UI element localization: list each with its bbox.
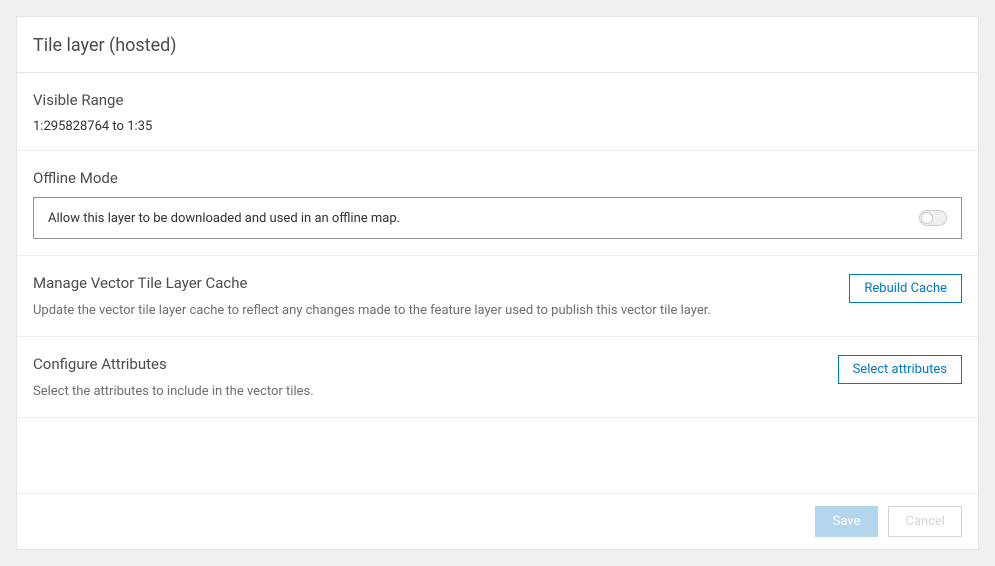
cancel-button[interactable]: Cancel xyxy=(888,506,962,537)
panel-title: Tile layer (hosted) xyxy=(33,35,962,56)
visible-range-section: Visible Range 1:295828764 to 1:35 xyxy=(17,73,978,151)
offline-mode-toggle-row: Allow this layer to be downloaded and us… xyxy=(33,197,962,239)
manage-cache-section: Manage Vector Tile Layer Cache Update th… xyxy=(17,256,978,337)
configure-attributes-label: Configure Attributes xyxy=(33,355,822,373)
configure-attributes-section: Configure Attributes Select the attribut… xyxy=(17,337,978,418)
footer: Save Cancel xyxy=(17,493,978,549)
toggle-knob xyxy=(921,212,933,224)
offline-mode-label: Offline Mode xyxy=(33,169,962,187)
visible-range-label: Visible Range xyxy=(33,91,962,109)
visible-range-value: 1:295828764 to 1:35 xyxy=(33,119,962,134)
manage-cache-label: Manage Vector Tile Layer Cache xyxy=(33,274,833,292)
configure-attributes-description: Select the attributes to include in the … xyxy=(33,383,822,401)
rebuild-cache-button[interactable]: Rebuild Cache xyxy=(849,274,962,303)
manage-cache-description: Update the vector tile layer cache to re… xyxy=(33,302,833,320)
offline-mode-toggle[interactable] xyxy=(919,210,947,226)
panel-header: Tile layer (hosted) xyxy=(17,17,978,73)
save-button[interactable]: Save xyxy=(815,506,879,537)
offline-mode-section: Offline Mode Allow this layer to be down… xyxy=(17,151,978,256)
offline-mode-toggle-text: Allow this layer to be downloaded and us… xyxy=(48,211,400,226)
settings-panel: Tile layer (hosted) Visible Range 1:2958… xyxy=(16,16,979,550)
select-attributes-button[interactable]: Select attributes xyxy=(838,355,962,384)
